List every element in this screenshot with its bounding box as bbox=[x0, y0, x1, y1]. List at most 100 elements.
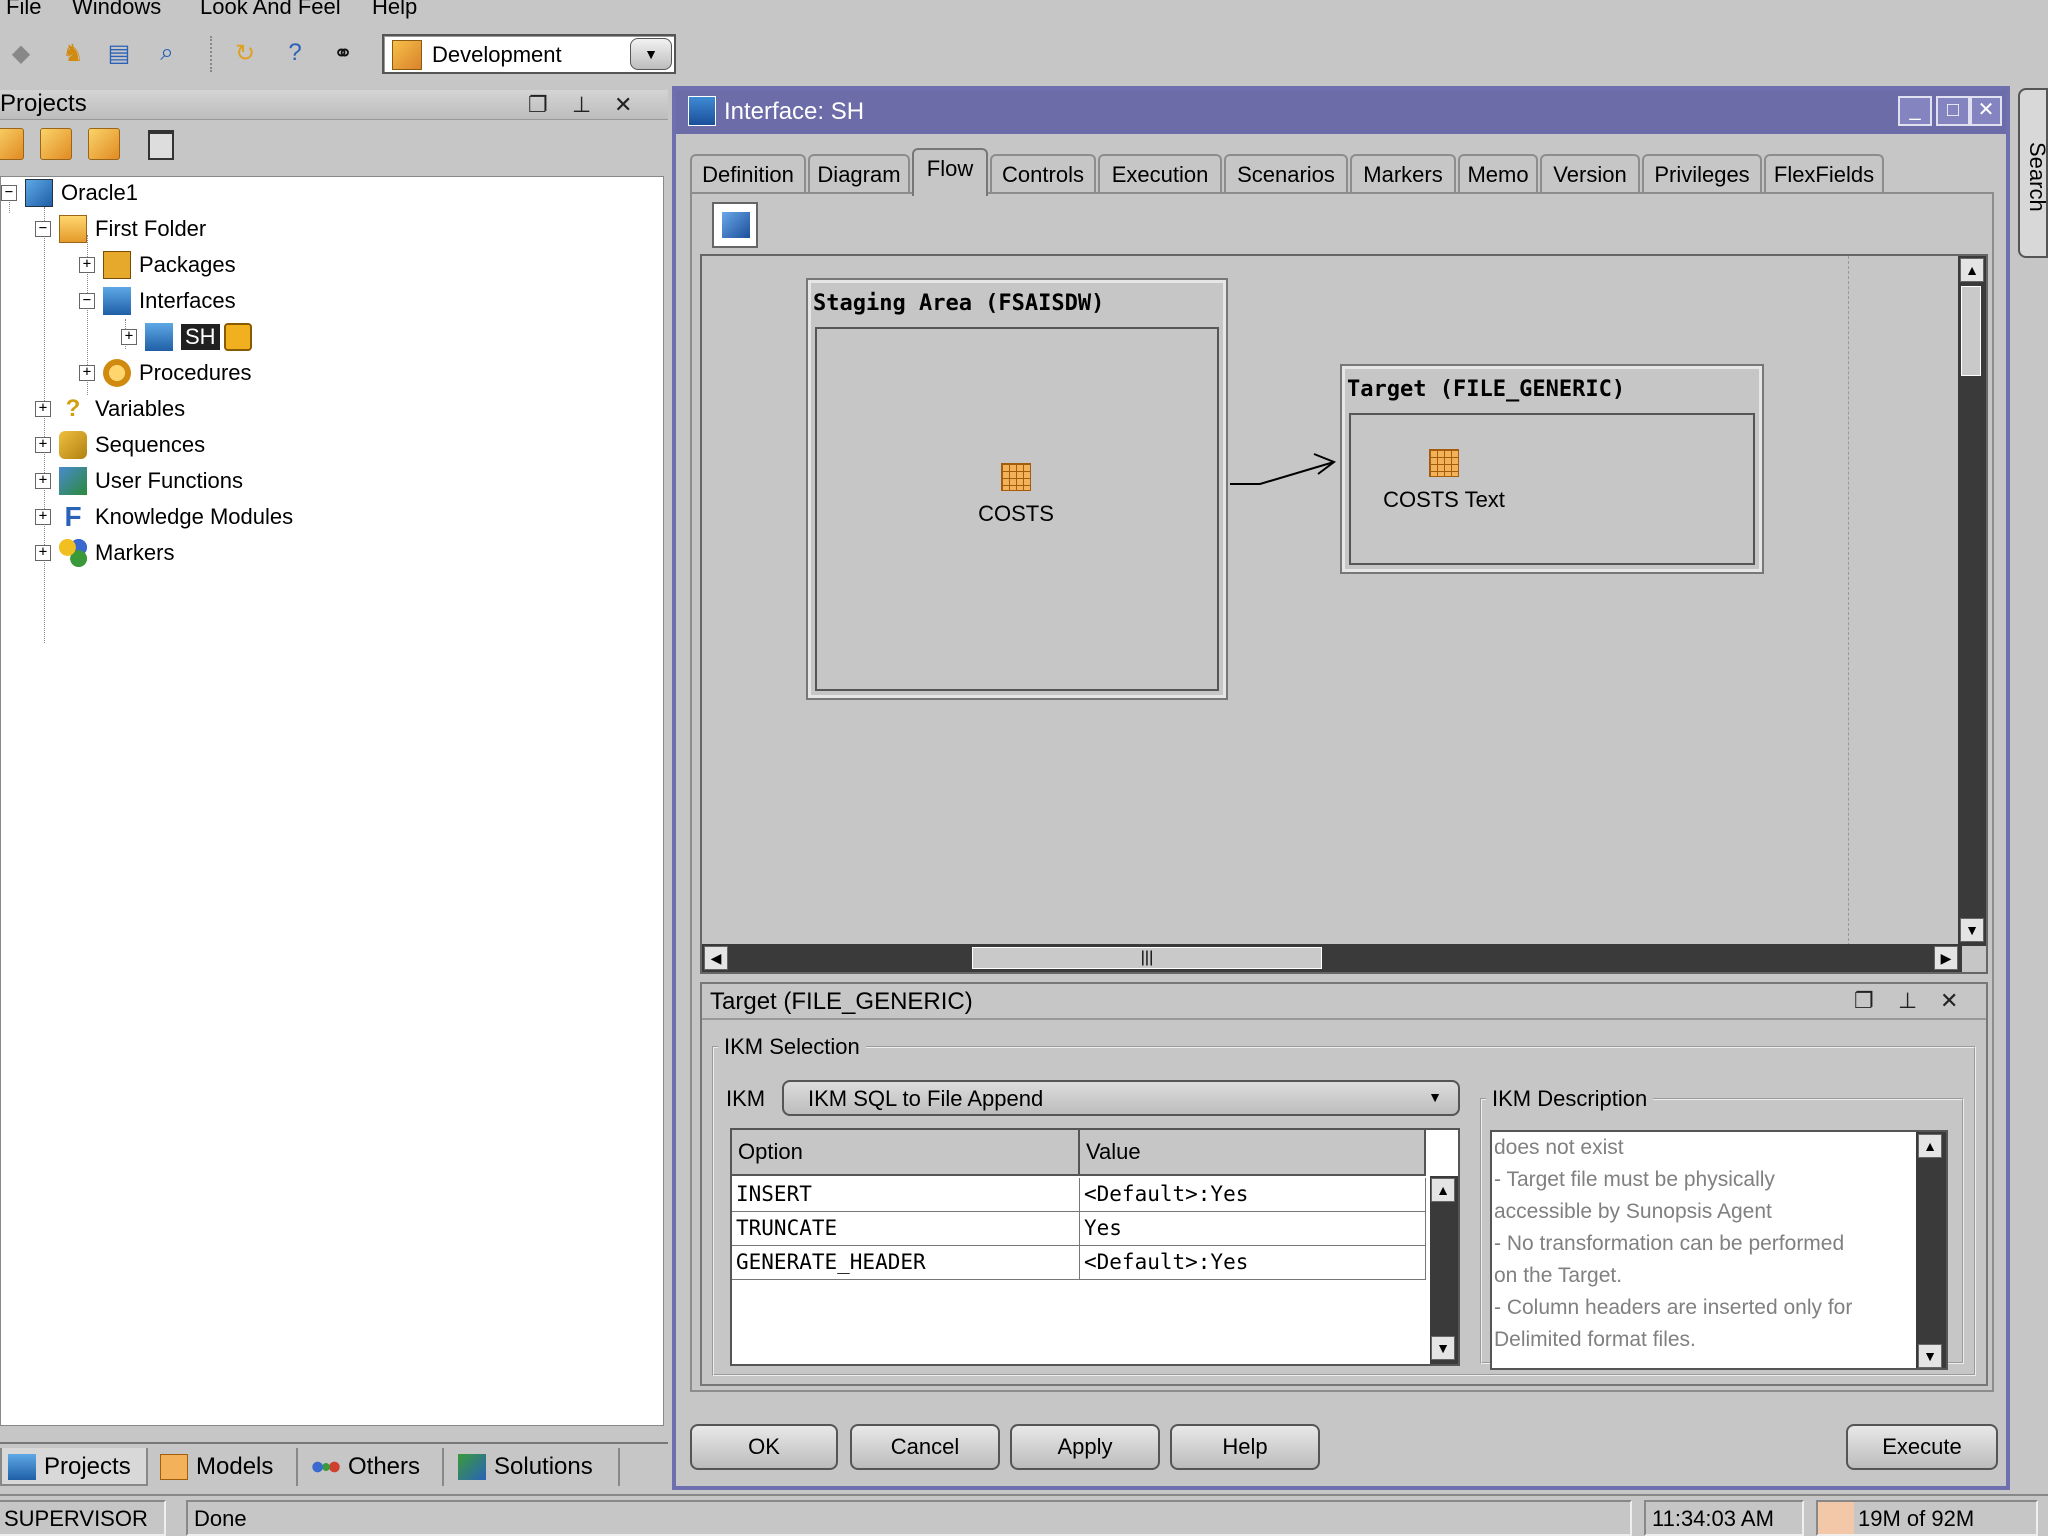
tree-item-oracle1[interactable]: − Oracle1 bbox=[1, 177, 138, 209]
search-dock-tab[interactable]: Search bbox=[2018, 88, 2048, 258]
tab-others[interactable]: Others bbox=[306, 1448, 444, 1486]
tab-privileges[interactable]: Privileges bbox=[1642, 154, 1762, 194]
tree-item-interfaces[interactable]: − Interfaces bbox=[79, 285, 236, 317]
table-cell-value[interactable]: Yes bbox=[1080, 1212, 1426, 1246]
scroll-thumb[interactable] bbox=[1961, 286, 1981, 376]
tree-item-sh[interactable]: + SH bbox=[121, 321, 260, 353]
tab-solutions[interactable]: Solutions bbox=[452, 1448, 620, 1486]
scroll-down-icon[interactable]: ▼ bbox=[1918, 1344, 1942, 1368]
cancel-button[interactable]: Cancel bbox=[850, 1424, 1000, 1470]
refresh-icon[interactable]: ↻ bbox=[228, 36, 262, 70]
scroll-down-icon[interactable]: ▼ bbox=[1960, 918, 1984, 942]
menu-look-and-feel[interactable]: Look And Feel bbox=[200, 0, 341, 20]
collapse-icon[interactable]: − bbox=[1, 185, 17, 201]
tab-projects[interactable]: Projects bbox=[0, 1448, 148, 1486]
menu-help[interactable]: Help bbox=[372, 0, 417, 20]
collapse-icon[interactable]: − bbox=[79, 293, 95, 309]
tab-memo[interactable]: Memo bbox=[1458, 154, 1538, 194]
context-combo[interactable]: Development ▼ bbox=[382, 34, 676, 74]
tab-models[interactable]: Models bbox=[154, 1448, 298, 1486]
expand-icon[interactable]: + bbox=[35, 437, 51, 453]
tree-item-packages[interactable]: + Packages bbox=[79, 249, 236, 281]
scroll-right-icon[interactable]: ▶ bbox=[1934, 946, 1958, 970]
scroll-up-icon[interactable]: ▲ bbox=[1960, 258, 1984, 282]
tree-item-user-functions[interactable]: + User Functions bbox=[35, 465, 243, 497]
undock-icon[interactable]: ❐ bbox=[1854, 988, 1874, 1014]
disconnect-icon[interactable]: ◆ bbox=[4, 36, 38, 70]
new-project-icon[interactable] bbox=[0, 128, 24, 160]
chevron-down-icon[interactable]: ▼ bbox=[1414, 1082, 1456, 1112]
apply-button[interactable]: Apply bbox=[1010, 1424, 1160, 1470]
minimize-icon[interactable]: _ bbox=[1898, 96, 1932, 126]
help-button[interactable]: Help bbox=[1170, 1424, 1320, 1470]
help-icon[interactable]: ? bbox=[278, 36, 312, 70]
new-interface-icon[interactable] bbox=[88, 128, 120, 160]
scroll-up-icon[interactable]: ▲ bbox=[1918, 1134, 1942, 1158]
vertical-scrollbar[interactable]: ▲ ▼ bbox=[1958, 256, 1986, 946]
binoculars-icon[interactable]: ⚭ bbox=[326, 36, 360, 70]
pin-icon[interactable]: ⊥ bbox=[1898, 988, 1917, 1014]
collapse-icon[interactable]: − bbox=[35, 221, 51, 237]
horizontal-scrollbar[interactable]: ◀ ||| ▶ bbox=[702, 944, 1962, 972]
tab-flow[interactable]: Flow bbox=[912, 148, 988, 196]
tab-markers[interactable]: Markers bbox=[1350, 154, 1456, 194]
column-header-value[interactable]: Value bbox=[1080, 1130, 1426, 1176]
table-cell-value[interactable]: <Default>:Yes bbox=[1080, 1178, 1426, 1212]
menu-windows[interactable]: Windows bbox=[72, 0, 161, 20]
new-folder-icon[interactable] bbox=[40, 128, 72, 160]
tree-item-variables[interactable]: + ? Variables bbox=[35, 393, 185, 425]
expand-icon[interactable]: + bbox=[79, 257, 95, 273]
tab-flexfields[interactable]: FlexFields bbox=[1764, 154, 1884, 194]
flow-diagram[interactable]: Staging Area (FSAISDW) COSTS Target (FIL… bbox=[700, 254, 1988, 974]
description-scrollbar[interactable]: ▲ ▼ bbox=[1916, 1132, 1946, 1368]
table-cell-option[interactable]: TRUNCATE bbox=[732, 1212, 1080, 1246]
table-cell-option[interactable]: INSERT bbox=[732, 1178, 1080, 1212]
maximize-icon[interactable]: □ bbox=[1936, 96, 1970, 126]
tab-execution[interactable]: Execution bbox=[1098, 154, 1222, 194]
menu-file[interactable]: File bbox=[6, 0, 41, 20]
datastore-costs[interactable]: COSTS bbox=[961, 463, 1071, 527]
tab-diagram[interactable]: Diagram bbox=[808, 154, 910, 194]
scroll-thumb[interactable]: ||| bbox=[972, 947, 1322, 969]
tree-item-procedures[interactable]: + Procedures bbox=[79, 357, 252, 389]
execute-button[interactable]: Execute bbox=[1846, 1424, 1998, 1470]
pin-icon[interactable]: ⊥ bbox=[572, 92, 591, 118]
expand-icon[interactable]: + bbox=[35, 509, 51, 525]
table-scrollbar[interactable]: ▲ ▼ bbox=[1430, 1176, 1458, 1364]
tab-version[interactable]: Version bbox=[1540, 154, 1640, 194]
close-icon[interactable]: ✕ bbox=[614, 92, 632, 118]
tab-scenarios[interactable]: Scenarios bbox=[1224, 154, 1348, 194]
expand-icon[interactable]: + bbox=[35, 473, 51, 489]
expand-icon[interactable]: + bbox=[121, 329, 137, 345]
column-header-option[interactable]: Option bbox=[732, 1130, 1080, 1176]
ok-button[interactable]: OK bbox=[690, 1424, 838, 1470]
tab-definition[interactable]: Definition bbox=[690, 154, 806, 194]
delete-icon[interactable] bbox=[148, 130, 174, 160]
operator-icon[interactable]: ⌕ bbox=[150, 36, 184, 70]
tree-item-markers[interactable]: + Markers bbox=[35, 537, 174, 569]
expand-icon[interactable]: + bbox=[35, 401, 51, 417]
scroll-up-icon[interactable]: ▲ bbox=[1431, 1178, 1455, 1202]
tree-item-sequences[interactable]: + Sequences bbox=[35, 429, 205, 461]
ikm-select[interactable]: IKM SQL to File Append ▼ bbox=[782, 1080, 1460, 1116]
memory-indicator[interactable]: 19M of 92M bbox=[1816, 1500, 2038, 1536]
security-icon[interactable]: ♞ bbox=[56, 36, 90, 70]
undock-icon[interactable]: ❐ bbox=[528, 92, 548, 118]
expand-icon[interactable]: + bbox=[79, 365, 95, 381]
table-cell-value[interactable]: <Default>:Yes bbox=[1080, 1246, 1426, 1280]
topology-icon[interactable]: ▤ bbox=[102, 36, 136, 70]
scroll-down-icon[interactable]: ▼ bbox=[1431, 1336, 1455, 1360]
table-cell-option[interactable]: GENERATE_HEADER bbox=[732, 1246, 1080, 1280]
tree-item-knowledge-modules[interactable]: + F Knowledge Modules bbox=[35, 501, 293, 533]
chevron-down-icon[interactable]: ▼ bbox=[630, 38, 672, 70]
scroll-left-icon[interactable]: ◀ bbox=[704, 946, 728, 970]
ikm-description-text[interactable]: does not exist - Target file must be phy… bbox=[1490, 1130, 1948, 1370]
edit-flow-icon[interactable] bbox=[712, 202, 758, 248]
expand-icon[interactable]: + bbox=[35, 545, 51, 561]
tab-controls[interactable]: Controls bbox=[990, 154, 1096, 194]
close-icon[interactable]: ✕ bbox=[1970, 96, 2002, 126]
datastore-costs-text[interactable]: COSTS Text bbox=[1369, 449, 1519, 513]
target-box[interactable]: Target (FILE_GENERIC) COSTS Text bbox=[1340, 364, 1764, 574]
tree-item-first-folder[interactable]: − First Folder bbox=[35, 213, 206, 245]
staging-area-box[interactable]: Staging Area (FSAISDW) COSTS bbox=[806, 278, 1228, 700]
